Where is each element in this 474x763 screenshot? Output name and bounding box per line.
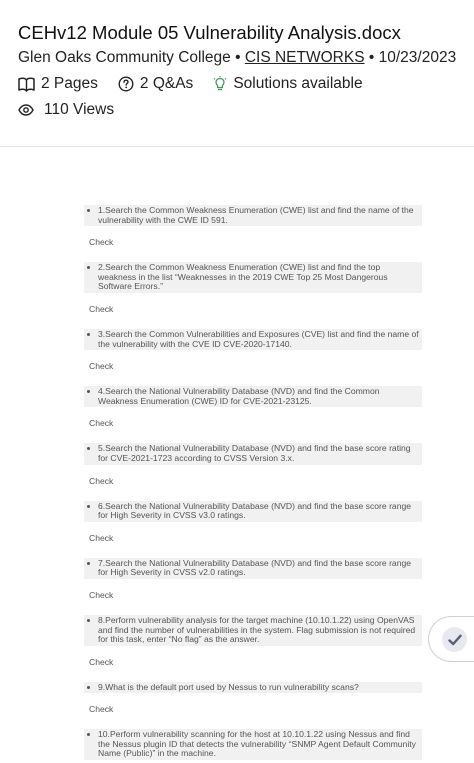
bullet [87,332,90,336]
floating-check-button[interactable] [428,616,474,662]
check-link[interactable]: Check [89,299,422,319]
question-text: 6.Search the National Vulnerability Data… [84,500,422,522]
check-link[interactable]: Check [89,356,422,376]
question-circle-icon [118,76,134,92]
views-stat: 110 Views [18,101,114,119]
book-icon [18,77,35,92]
pages-label: 2 Pages [41,75,98,92]
bullet [87,685,90,689]
bullet [87,209,90,212]
list-item: 4.Search the National Vulnerability Data… [84,386,422,433]
list-item: 5.Search the National Vulnerability Data… [84,443,422,490]
lightbulb-icon [213,76,227,91]
bullet [87,504,90,508]
bullet [87,390,90,394]
list-item: 7.Search the National Vulnerability Data… [84,557,422,605]
list-item: 1.Search the Common Weakness Enumeration… [84,205,422,252]
document-title: CEHv12 Module 05 Vulnerability Analysis.… [18,22,401,43]
question-text: 4.Search the National Vulnerability Data… [84,386,422,408]
check-link[interactable]: Check [89,413,422,433]
question-text: 10.Perform vulnerability scanning for th… [84,729,422,761]
qas-label: 2 Q&As [139,75,194,92]
meta-separator: • [368,49,375,66]
list-item: 3.Search the Common Vulnerabilities and … [84,328,422,376]
bullet [87,733,90,737]
meta-separator: • [235,49,241,66]
document-header: CEHv12 Module 05 Vulnerability Analysis.… [0,0,474,147]
document-meta: Glen Oaks Community College • CIS NETWOR… [18,49,456,67]
bullet [87,561,90,565]
list-item: 10.Perform vulnerability scanning for th… [84,729,422,761]
question-list: 1.Search the Common Weakness Enumeration… [0,205,474,761]
qas-stat: 2 Q&As [118,75,193,93]
question-text: 3.Search the Common Vulnerabilities and … [84,328,422,351]
bullet [87,618,90,622]
course-link[interactable]: CIS NETWORKS [245,49,365,66]
question-text: 5.Search the National Vulnerability Data… [84,443,422,465]
pages-stat: 2 Pages [18,75,98,93]
check-link[interactable]: Check [89,232,422,252]
school-name: Glen Oaks Community College [18,49,231,66]
check-link[interactable]: Check [89,652,422,672]
bullet [87,266,90,270]
check-link[interactable]: Check [89,471,422,491]
solutions-stat[interactable]: Solutions available [213,75,363,93]
question-text: 8.Perform vulnerability analysis for the… [84,614,422,646]
eye-icon [18,104,34,116]
check-link[interactable]: Check [89,699,422,719]
list-item: 8.Perform vulnerability analysis for the… [84,614,422,672]
list-item: 9.What is the default port used by Nessu… [84,681,422,720]
document-stats: 2 Pages 2 Q&As Solutions available [18,75,383,93]
question-text: 9.What is the default port used by Nessu… [84,681,422,694]
document-date: 10/23/2023 [378,49,457,66]
views-label: 110 Views [44,101,115,118]
check-link[interactable]: Check [89,528,422,548]
question-text: 1.Search the Common Weakness Enumeration… [84,205,422,227]
list-item: 6.Search the National Vulnerability Data… [84,500,422,548]
question-text: 2.Search the Common Weakness Enumeration… [84,262,422,293]
check-link[interactable]: Check [89,585,422,605]
checkmark-icon [447,634,462,645]
bullet [87,447,90,451]
list-item: 2.Search the Common Weakness Enumeration… [84,262,422,319]
fab-circle [442,627,467,652]
question-text: 7.Search the National Vulnerability Data… [84,557,422,579]
solutions-label: Solutions available [233,75,363,92]
